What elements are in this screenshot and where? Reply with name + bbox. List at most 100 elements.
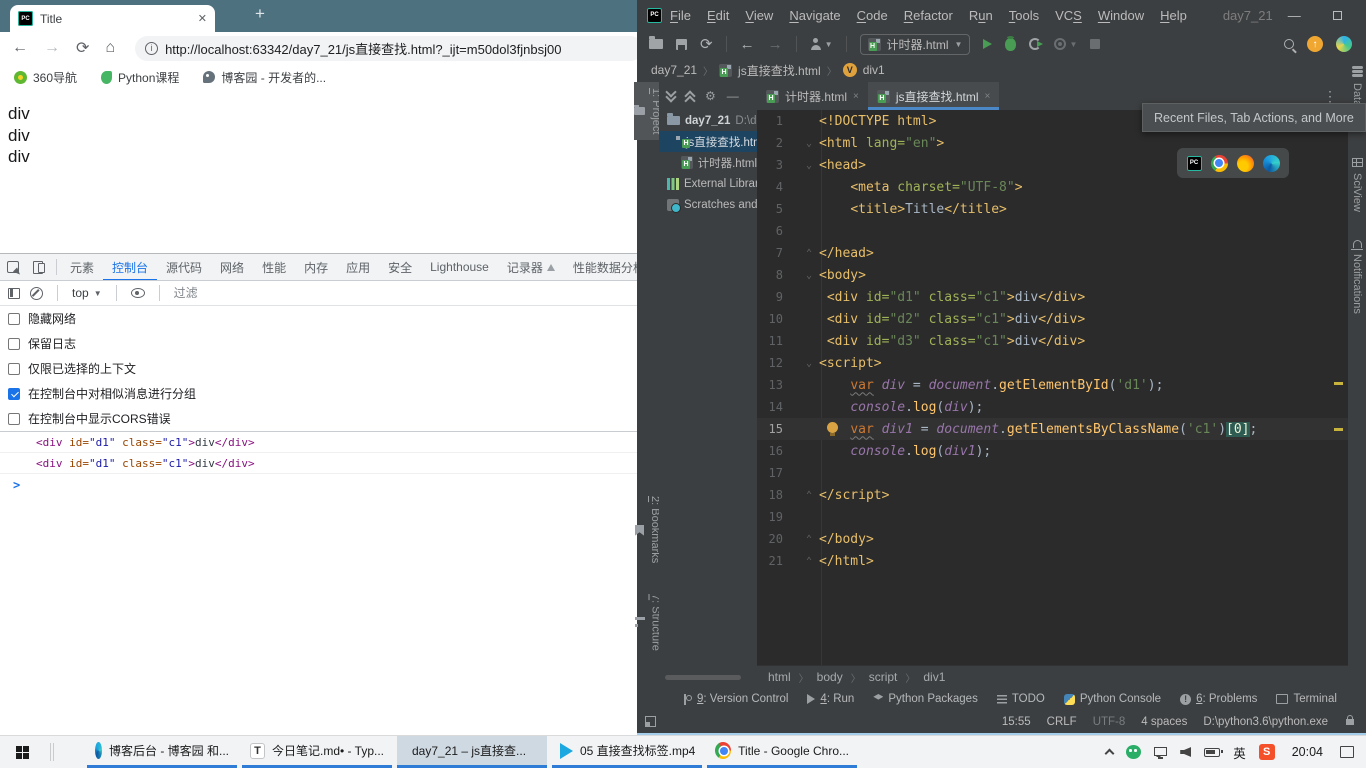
checkbox[interactable] — [8, 362, 20, 375]
coverage-button[interactable]: ▼ — [1054, 38, 1077, 50]
code-line[interactable]: 5 <title>Title</title> — [757, 198, 1348, 220]
editor-tab[interactable]: js直接查找.html × — [867, 82, 1000, 110]
breadcrumb-item[interactable]: js直接查找.html — [738, 62, 821, 79]
tree-item[interactable]: 计时器.html — [659, 152, 757, 173]
console-setting-row[interactable]: 仅限已选择的上下文 — [0, 356, 637, 381]
site-info-icon[interactable]: i — [145, 41, 159, 55]
start-button[interactable] — [0, 736, 44, 768]
code-line[interactable]: 9 <div id="d1" class="c1">div</div> — [757, 286, 1348, 308]
status-item[interactable]: CRLF — [1047, 716, 1077, 728]
checkbox[interactable] — [8, 337, 20, 350]
devtools-tab-Lighthouse[interactable]: Lighthouse — [421, 254, 498, 280]
notification-center-icon[interactable] — [1340, 746, 1354, 758]
network-icon[interactable] — [1154, 746, 1168, 759]
console-setting-row[interactable]: 在控制台中对相似消息进行分组 — [0, 381, 637, 406]
devtools-tab-网络[interactable]: 网络 — [211, 254, 253, 280]
taskbar-button[interactable]: 05 直接查找标签.mp4 — [552, 736, 702, 768]
checkbox[interactable] — [8, 312, 20, 325]
warning-stripe-mark[interactable] — [1334, 428, 1343, 431]
back-icon[interactable]: ← — [740, 37, 755, 52]
checkbox[interactable] — [8, 387, 20, 400]
minimize-button[interactable]: — — [1273, 0, 1316, 30]
code-line[interactable]: 13 var div = document.getElementById('d1… — [757, 374, 1348, 396]
menu-help[interactable]: Help — [1152, 8, 1195, 23]
menu-code[interactable]: Code — [849, 8, 896, 23]
close-button[interactable]: ✕ — [1359, 0, 1366, 30]
tool-window-button-python-console[interactable]: Python Console — [1063, 693, 1161, 705]
forward-icon[interactable]: → — [768, 37, 783, 52]
code-line[interactable]: 17 — [757, 462, 1348, 484]
devtools-tab-安全[interactable]: 安全 — [379, 254, 421, 280]
code-line[interactable]: 8 ⌄ <body> — [757, 264, 1348, 286]
checkbox[interactable] — [8, 412, 20, 425]
tool-window-button-version-control[interactable]: 9: Version Control — [683, 693, 788, 705]
code-line[interactable]: 18 ⌃ </script> — [757, 484, 1348, 506]
chrome-tab[interactable]: Title ✕ — [10, 5, 215, 32]
status-item[interactable]: UTF-8 — [1093, 716, 1126, 728]
taskbar-button[interactable]: day7_21 – js直接查... — [397, 736, 547, 768]
fold-marker-icon[interactable]: ⌃ — [783, 490, 819, 501]
restore-layout-icon[interactable] — [645, 716, 656, 727]
code-line[interactable]: 12 ⌄ <script> — [757, 352, 1348, 374]
fold-marker-icon[interactable]: ⌄ — [783, 138, 819, 149]
devtools-tab-控制台[interactable]: 控制台 — [103, 254, 157, 280]
menu-tools[interactable]: Tools — [1001, 8, 1047, 23]
fold-marker-icon[interactable]: ⌄ — [783, 160, 819, 171]
save-all-icon[interactable] — [676, 38, 687, 50]
reload-icon[interactable]: ⟳ — [76, 38, 89, 58]
status-item[interactable]: D:\python3.6\python.exe — [1203, 716, 1328, 728]
tree-item[interactable]: day7_21 D:\d — [659, 110, 757, 131]
console-setting-row[interactable]: 保留日志 — [0, 331, 637, 356]
volume-icon[interactable] — [1180, 747, 1192, 757]
devtools-tab-性能[interactable]: 性能 — [253, 254, 295, 280]
tool-window-button-bookmarks[interactable]: 2: Bookmarks — [635, 490, 661, 569]
devtools-tab-源代码[interactable]: 源代码 — [157, 254, 211, 280]
input-method-icon[interactable]: 英 — [1233, 743, 1246, 762]
tool-window-button-run[interactable]: 4: Run — [807, 693, 854, 705]
sogou-icon[interactable]: S — [1258, 744, 1275, 760]
forward-icon[interactable]: → — [44, 39, 60, 57]
wechat-icon[interactable] — [1126, 745, 1142, 759]
fold-marker-icon[interactable]: ⌃ — [783, 534, 819, 545]
menu-view[interactable]: View — [737, 8, 781, 23]
home-icon[interactable]: ⌂ — [105, 39, 115, 57]
inspect-element-icon[interactable] — [0, 261, 26, 273]
fold-marker-icon[interactable]: ⌄ — [783, 358, 819, 369]
tool-window-button-problems[interactable]: ! 6: Problems — [1180, 693, 1257, 705]
bookmark-item[interactable]: 360导航 — [14, 69, 77, 86]
tool-window-button-terminal[interactable]: Terminal — [1276, 693, 1337, 705]
bookmark-item[interactable]: 博客园 - 开发者的... — [203, 69, 326, 86]
tab-close-icon[interactable]: × — [853, 91, 859, 102]
code-with-me-icon[interactable]: ▼ — [810, 38, 833, 50]
menu-run[interactable]: Run — [961, 8, 1001, 23]
code-line[interactable]: 21 ⌃ </html> — [757, 550, 1348, 572]
live-expression-icon[interactable] — [130, 288, 145, 298]
fold-marker-icon[interactable]: ⌄ — [783, 270, 819, 281]
menu-window[interactable]: Window — [1090, 8, 1152, 23]
menu-navigate[interactable]: Navigate — [781, 8, 848, 23]
fold-marker-icon[interactable]: ⌃ — [783, 556, 819, 567]
breadcrumb-item[interactable]: body — [817, 670, 843, 684]
code-line[interactable]: 10 <div id="d2" class="c1">div</div> — [757, 308, 1348, 330]
profiler-button[interactable] — [1029, 38, 1044, 50]
code-line[interactable]: 15 var div1 = document.getElementsByClas… — [757, 418, 1348, 440]
fold-marker-icon[interactable]: ⌃ — [783, 248, 819, 259]
address-bar[interactable]: i http://localhost:63342/day7_21/js直接查找.… — [135, 35, 643, 61]
tree-item[interactable]: External Libraries — [659, 173, 757, 194]
console-setting-row[interactable]: 在控制台中显示CORS错误 — [0, 406, 637, 431]
console-message[interactable]: <div id= "d1" class= "c1" > div </div> — [0, 453, 637, 474]
tab-close-icon[interactable]: × — [985, 91, 991, 102]
learn-plugin-icon[interactable] — [1336, 36, 1352, 52]
devtools-tab-应用[interactable]: 应用 — [337, 254, 379, 280]
maximize-button[interactable] — [1316, 0, 1359, 30]
run-button[interactable] — [983, 39, 993, 49]
taskbar-button[interactable]: Title - Google Chro... — [707, 736, 857, 768]
more-options-icon[interactable]: ⋮ — [1323, 88, 1338, 105]
edge-browser-icon[interactable] — [1262, 154, 1280, 172]
search-everywhere-icon[interactable] — [1284, 39, 1294, 49]
console-setting-row[interactable]: 隐藏网络 — [0, 306, 637, 331]
code-line[interactable]: 20 ⌃ </body> — [757, 528, 1348, 550]
url-text[interactable]: http://localhost:63342/day7_21/js直接查找.ht… — [165, 39, 561, 58]
code-line[interactable]: 14 console.log(div); — [757, 396, 1348, 418]
menu-file[interactable]: File — [662, 8, 699, 23]
